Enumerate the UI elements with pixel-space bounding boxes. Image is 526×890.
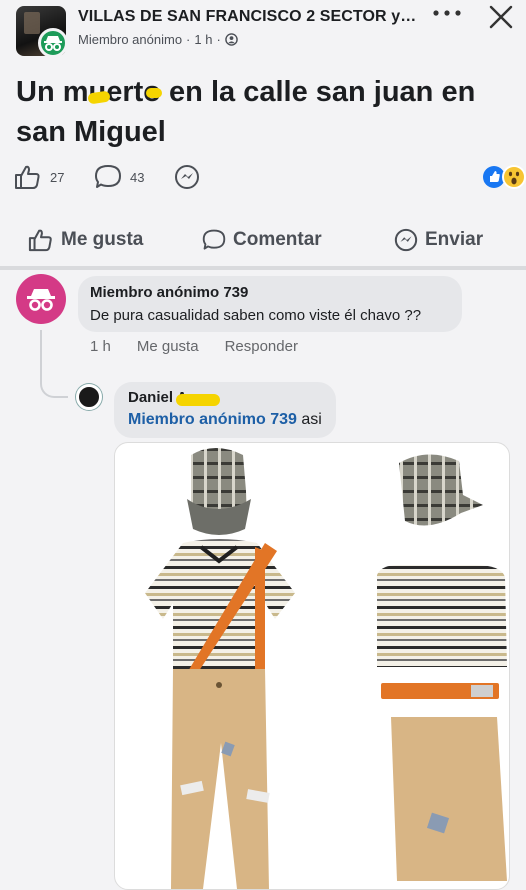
post-stats: 27 43 bbox=[14, 160, 526, 194]
comment-text: De pura casualidad saben como viste él c… bbox=[90, 307, 422, 324]
like-count-label: 27 bbox=[50, 169, 65, 185]
reply-author-avatar[interactable] bbox=[76, 384, 102, 410]
post-time[interactable]: 1 h bbox=[194, 32, 212, 47]
comment-button-label: Comentar bbox=[233, 229, 322, 250]
post-action-bar: Me gusta Comentar Enviar bbox=[0, 222, 526, 260]
post-header: VILLAS DE SAN FRANCISCO 2 SECTOR y al...… bbox=[0, 0, 526, 62]
more-horizontal-icon bbox=[433, 10, 461, 16]
comment-author[interactable]: Miembro anónimo 739 bbox=[90, 284, 450, 301]
reaction-summary[interactable] bbox=[482, 164, 526, 190]
costume-photo bbox=[145, 448, 507, 889]
post-text: Un muerto en la calle san juan en san Mi… bbox=[16, 76, 476, 148]
anonymous-member-icon bbox=[27, 289, 55, 311]
mannequin-outfit bbox=[145, 448, 295, 889]
like-button-label: Me gusta bbox=[61, 229, 144, 250]
anonymous-member-icon bbox=[38, 28, 68, 58]
post-meta: Miembro anónimo · 1 h · bbox=[78, 32, 238, 47]
reply-bubble: Daniel A. Miembro anónimo 739 asi bbox=[114, 382, 336, 438]
share-messenger-button[interactable] bbox=[174, 164, 200, 190]
globe-icon bbox=[225, 33, 238, 46]
send-button-label: Enviar bbox=[425, 229, 484, 250]
like-count[interactable]: 27 bbox=[14, 164, 64, 190]
comment-count-label: 43 bbox=[130, 169, 145, 185]
reply-image-attachment[interactable] bbox=[114, 442, 510, 890]
costume-items bbox=[377, 454, 507, 881]
like-button[interactable]: Me gusta bbox=[28, 228, 143, 252]
post-author[interactable]: Miembro anónimo bbox=[78, 32, 182, 47]
comment-bubble-icon bbox=[202, 229, 226, 250]
messenger-icon bbox=[394, 228, 418, 252]
meta-separator: · bbox=[216, 32, 221, 47]
redaction-scribble bbox=[146, 88, 162, 98]
wow-reaction-icon bbox=[502, 165, 526, 189]
reply-thread-line bbox=[40, 330, 68, 398]
redaction-scribble bbox=[176, 394, 220, 406]
comment-meta: 1 h Me gusta Responder bbox=[90, 338, 298, 355]
messenger-icon bbox=[175, 165, 199, 189]
comment-button[interactable]: Comentar bbox=[202, 228, 322, 252]
reply-text: Miembro anónimo 739 asi bbox=[128, 411, 322, 429]
close-button[interactable] bbox=[486, 2, 516, 32]
reply-mention-link[interactable]: Miembro anónimo 739 bbox=[128, 411, 297, 428]
like-reaction-icon bbox=[483, 166, 505, 188]
comment-bubble-icon bbox=[95, 165, 121, 188]
comment-like-button[interactable]: Me gusta bbox=[137, 338, 199, 355]
reply-author[interactable]: Daniel A. bbox=[128, 389, 322, 406]
thumbs-up-icon bbox=[28, 229, 52, 252]
comment-bubble: Miembro anónimo 739 De pura casualidad s… bbox=[78, 276, 462, 332]
comment-reply-button[interactable]: Responder bbox=[225, 338, 298, 355]
meta-separator: · bbox=[186, 32, 191, 47]
comment-time[interactable]: 1 h bbox=[90, 338, 111, 355]
group-name-link[interactable]: VILLAS DE SAN FRANCISCO 2 SECTOR y al... bbox=[78, 8, 418, 26]
send-button[interactable]: Enviar bbox=[394, 228, 483, 252]
section-divider bbox=[0, 266, 526, 270]
thumbs-up-icon bbox=[15, 165, 40, 189]
reply-body: asi bbox=[301, 411, 322, 428]
close-icon bbox=[489, 5, 513, 29]
more-options-button[interactable] bbox=[432, 2, 462, 30]
commenter-avatar[interactable] bbox=[16, 274, 66, 324]
comment-count[interactable]: 43 bbox=[94, 164, 144, 190]
